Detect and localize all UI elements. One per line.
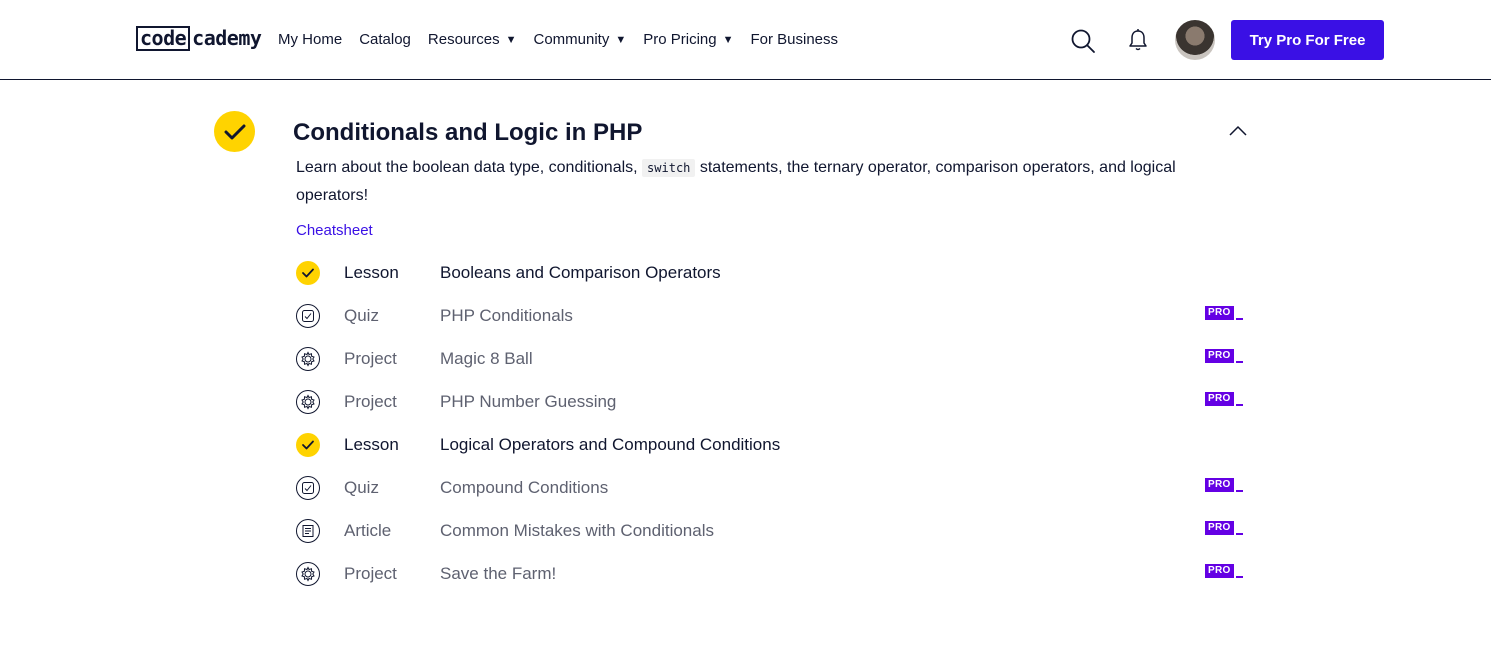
pro-badge: PRO [1205, 349, 1243, 363]
nav-for-business[interactable]: For Business [750, 30, 838, 50]
item-type: Quiz [344, 477, 379, 497]
list-item[interactable]: Project Save the Farm! PRO [296, 552, 1246, 595]
item-title: PHP Conditionals [440, 305, 573, 325]
pro-badge: PRO [1205, 306, 1243, 320]
list-item[interactable]: Quiz Compound Conditions PRO [296, 466, 1246, 509]
pro-badge: PRO [1205, 478, 1243, 492]
nav-label: My Home [278, 31, 343, 48]
caret-down-icon: ▼ [722, 34, 734, 46]
check-icon [296, 432, 320, 457]
nav-my-home[interactable]: My Home [278, 30, 342, 50]
pro-label: PRO [1205, 349, 1234, 363]
item-title: Booleans and Comparison Operators [440, 262, 721, 282]
avatar[interactable] [1175, 20, 1215, 60]
inline-code: switch [642, 159, 696, 177]
bell-icon[interactable] [1127, 28, 1149, 52]
module-title: Conditionals and Logic in PHP [293, 119, 643, 146]
logo-code-box: code [136, 25, 191, 51]
caret-down-icon: ▼ [615, 34, 627, 46]
item-type: Lesson [344, 434, 399, 454]
item-title: Logical Operators and Compound Condition… [440, 434, 781, 454]
pro-label: PRO [1205, 478, 1234, 492]
try-pro-button[interactable]: Try Pro For Free [1231, 20, 1384, 60]
item-title: Common Mistakes with Conditionals [440, 520, 714, 540]
caret-down-icon: ▼ [505, 34, 517, 46]
item-title: Save the Farm! [440, 563, 557, 583]
project-icon [296, 346, 320, 371]
list-item[interactable]: Article Common Mistakes with Conditional… [296, 509, 1246, 552]
nav-resources[interactable]: Resources ▼ [428, 30, 517, 50]
nav-label: For Business [750, 31, 839, 48]
item-title: Magic 8 Ball [440, 348, 533, 368]
list-item[interactable]: Lesson Logical Operators and Compound Co… [296, 423, 1246, 466]
nav-label: Pro Pricing [643, 31, 717, 48]
item-type: Quiz [344, 305, 379, 325]
codecademy-logo[interactable]: code cademy [136, 25, 262, 51]
pro-badge: PRO [1205, 392, 1243, 406]
nav-label: Community [533, 31, 610, 48]
item-type: Lesson [344, 262, 399, 282]
pro-label: PRO [1205, 564, 1234, 578]
item-type: Project [344, 563, 397, 583]
quiz-icon [296, 475, 320, 500]
search-icon[interactable] [1070, 28, 1096, 54]
nav-community[interactable]: Community ▼ [533, 30, 626, 50]
quiz-icon [296, 303, 320, 328]
list-item[interactable]: Quiz PHP Conditionals PRO [296, 294, 1246, 337]
item-type: Project [344, 348, 397, 368]
pro-label: PRO [1205, 392, 1234, 406]
description-text: Learn about the boolean data type, condi… [296, 159, 643, 176]
pro-badge: PRO [1205, 564, 1243, 578]
list-item[interactable]: Project Magic 8 Ball PRO [296, 337, 1246, 380]
module-complete-check-icon [214, 111, 255, 152]
logo-text: cademy [192, 25, 262, 50]
main-nav: My Home Catalog Resources ▼ Community ▼ Pr… [278, 30, 855, 50]
nav-label: Resources [427, 31, 500, 48]
pro-label: PRO [1205, 521, 1234, 535]
item-title: Compound Conditions [440, 477, 609, 497]
chevron-up-icon[interactable] [1228, 124, 1248, 138]
nav-catalog[interactable]: Catalog [359, 30, 411, 50]
module-description: Learn about the boolean data type, condi… [296, 154, 1226, 210]
content-item-list: Lesson Booleans and Comparison Operators… [296, 251, 1246, 595]
article-icon [296, 518, 320, 543]
project-icon [296, 389, 320, 414]
item-title: PHP Number Guessing [440, 391, 617, 411]
list-item[interactable]: Project PHP Number Guessing PRO [296, 380, 1246, 423]
cheatsheet-link[interactable]: Cheatsheet [296, 222, 373, 240]
check-icon [296, 260, 320, 285]
nav-label: Catalog [359, 31, 411, 48]
pro-badge: PRO [1205, 521, 1243, 535]
nav-pro-pricing[interactable]: Pro Pricing ▼ [643, 30, 733, 50]
top-nav-bar: code cademy My Home Catalog Resources ▼ Co… [0, 0, 1491, 80]
item-type: Project [344, 391, 397, 411]
project-icon [296, 561, 320, 586]
list-item[interactable]: Lesson Booleans and Comparison Operators [296, 251, 1246, 294]
pro-label: PRO [1205, 306, 1234, 320]
item-type: Article [344, 520, 392, 540]
